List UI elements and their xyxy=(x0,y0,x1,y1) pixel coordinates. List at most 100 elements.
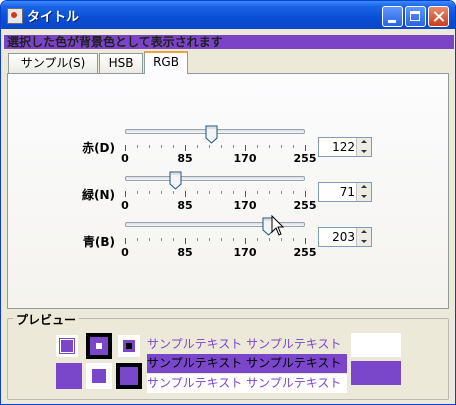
slider-tick xyxy=(305,238,306,244)
preview-legend: プレビュー xyxy=(13,311,80,328)
maximize-icon[interactable] xyxy=(405,6,426,27)
spin-down-icon[interactable] xyxy=(356,147,371,156)
slider-tick xyxy=(125,238,126,244)
window-title: タイトル xyxy=(27,10,80,25)
tick-label-0: 0 xyxy=(121,152,129,165)
spin-down-icon[interactable] xyxy=(356,192,371,201)
slider-tick xyxy=(209,145,210,148)
preview-swatch-filled xyxy=(56,363,82,389)
info-banner: 選択した色が背景色として表示されます xyxy=(4,35,454,49)
tick-label-170: 170 xyxy=(233,246,257,259)
slider-tick xyxy=(209,238,210,241)
app-icon xyxy=(7,8,23,24)
slider-tick xyxy=(149,238,150,241)
preview-swatch-small-white xyxy=(56,335,78,357)
tab-sample[interactable]: サンプル(S) xyxy=(8,53,98,73)
slider-tick xyxy=(197,238,198,241)
preview-block-colored xyxy=(351,361,401,385)
slider-tick xyxy=(137,145,138,148)
tab-rgb[interactable]: RGB xyxy=(144,51,188,74)
swatch-inner xyxy=(90,337,108,355)
spinner-blue[interactable]: 203 xyxy=(318,227,372,247)
slider-tick xyxy=(305,191,306,197)
slider-tick xyxy=(281,145,282,148)
preview-swatch-black-bg xyxy=(116,363,142,389)
slider-ticks-green xyxy=(125,191,306,197)
slider-tick xyxy=(269,145,270,148)
slider-tick xyxy=(245,238,246,244)
minimize-icon[interactable] xyxy=(382,6,403,27)
slider-thumb-green[interactable] xyxy=(169,171,182,190)
slider-tick xyxy=(281,238,282,241)
slider-tick xyxy=(161,191,162,194)
slider-tick xyxy=(257,145,258,148)
tick-label-255: 255 xyxy=(293,246,317,259)
slider-tick xyxy=(161,238,162,241)
slider-tick xyxy=(125,191,126,197)
slider-tick xyxy=(185,145,186,151)
tick-label-170: 170 xyxy=(233,152,257,165)
color-chooser-window: タイトル 選択した色が背景色として表示されます サンプル(S) HSB RGB … xyxy=(0,0,456,405)
preview-block-white xyxy=(351,333,401,357)
preview-text-on-white: サンプルテキスト サンプルテキスト xyxy=(147,374,347,393)
slider-tick xyxy=(221,191,222,194)
slider-tick xyxy=(305,145,306,151)
tick-label-85: 85 xyxy=(177,199,193,212)
spinner-blue-value[interactable]: 203 xyxy=(332,230,355,244)
preview-swatch-black-border xyxy=(86,333,112,359)
preview-swatch-white-bg xyxy=(86,363,112,389)
slider-tick xyxy=(125,145,126,151)
slider-tick xyxy=(245,145,246,151)
slider-tick xyxy=(233,191,234,194)
tick-label-85: 85 xyxy=(177,246,193,259)
slider-tick xyxy=(269,191,270,194)
preview-text-background: サンプルテキスト サンプルテキスト xyxy=(147,354,347,373)
swatch-inner xyxy=(59,338,75,354)
preview-swatch-white-dot xyxy=(118,335,140,357)
spinner-green-value[interactable]: 71 xyxy=(340,185,355,199)
preview-text-foreground: サンプルテキスト サンプルテキスト xyxy=(147,337,342,351)
spinner-red[interactable]: 122 xyxy=(318,137,372,157)
tab-hsb[interactable]: HSB xyxy=(99,53,143,73)
slider-tick xyxy=(209,191,210,194)
tick-label-0: 0 xyxy=(121,199,129,212)
slider-tick xyxy=(185,238,186,244)
tick-label-85: 85 xyxy=(177,152,193,165)
tick-label-255: 255 xyxy=(293,152,317,165)
close-icon[interactable] xyxy=(428,6,449,27)
slider-tick xyxy=(233,145,234,148)
slider-tick xyxy=(269,238,270,241)
slider-tick xyxy=(137,238,138,241)
mouse-cursor-icon xyxy=(271,215,285,236)
swatch-dot xyxy=(126,343,132,349)
slider-tick xyxy=(257,191,258,194)
swatch-inner xyxy=(120,367,138,385)
slider-tick xyxy=(173,238,174,241)
slider-tick xyxy=(197,145,198,148)
slider-tick xyxy=(221,238,222,241)
slider-tick xyxy=(197,191,198,194)
slider-tick xyxy=(221,145,222,148)
tick-label-255: 255 xyxy=(293,199,317,212)
slider-thumb-red[interactable] xyxy=(205,125,218,144)
slider-track-green[interactable] xyxy=(125,176,305,181)
spin-down-icon[interactable] xyxy=(356,237,371,246)
slider-ticks-blue xyxy=(125,238,306,244)
slider-label-blue: 青(B) xyxy=(82,235,115,249)
swatch-dot xyxy=(96,343,102,349)
spinner-green[interactable]: 71 xyxy=(318,182,372,202)
tick-label-0: 0 xyxy=(121,246,129,259)
slider-tick xyxy=(293,145,294,148)
slider-tick xyxy=(245,191,246,197)
swatch-inner xyxy=(123,340,135,352)
slider-tick xyxy=(173,191,174,194)
slider-label-red: 赤(D) xyxy=(82,141,115,155)
slider-tick xyxy=(293,238,294,241)
title-bar[interactable]: タイトル xyxy=(1,1,455,29)
slider-tick xyxy=(173,145,174,148)
slider-tick xyxy=(281,191,282,194)
slider-label-green: 緑(N) xyxy=(81,188,115,202)
slider-tick xyxy=(149,145,150,148)
spinner-red-value[interactable]: 122 xyxy=(332,140,355,154)
slider-tick xyxy=(137,191,138,194)
